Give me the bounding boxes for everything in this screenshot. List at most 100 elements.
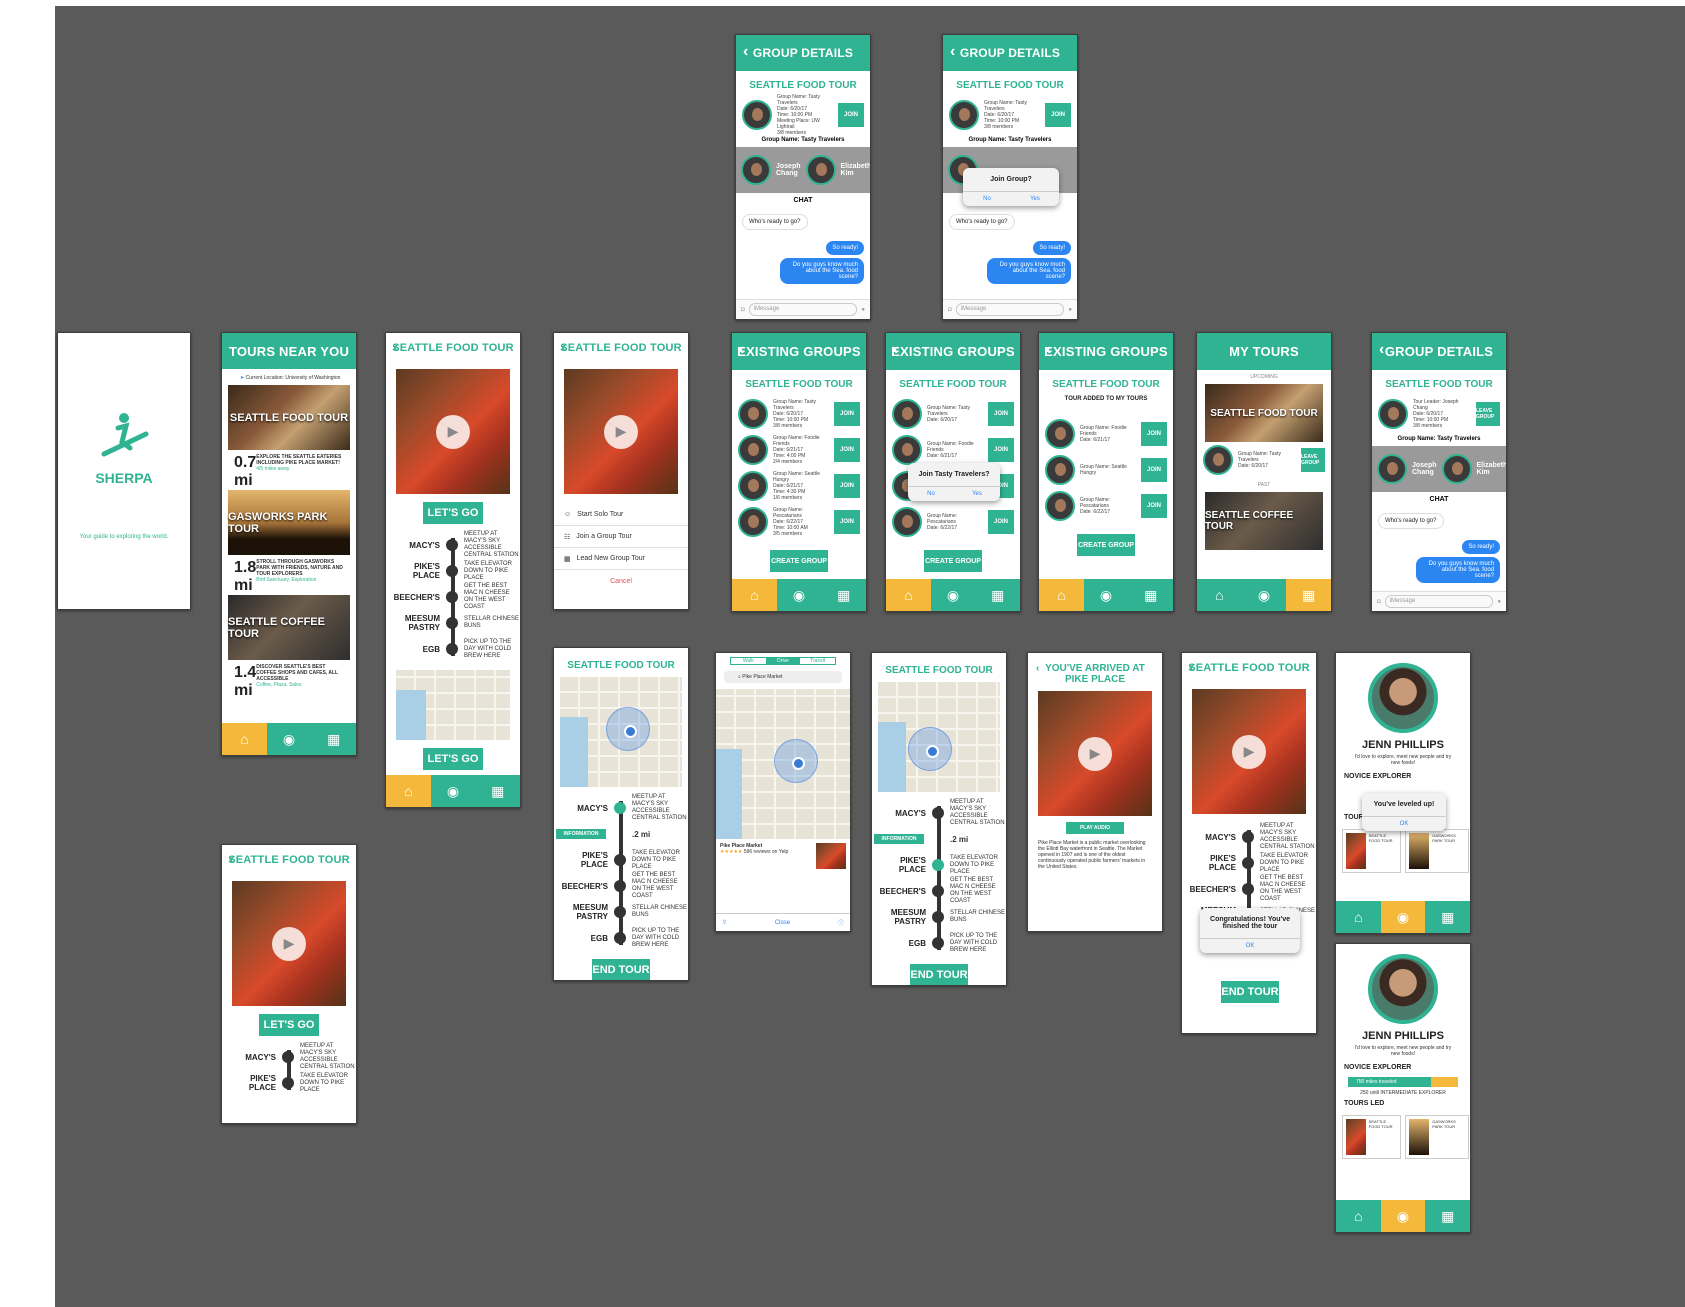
join-button[interactable]: JOIN xyxy=(834,402,860,426)
message-input[interactable]: iMessage xyxy=(1384,595,1494,608)
calendar-icon[interactable]: ▦ xyxy=(475,775,520,807)
join-button[interactable]: JOIN xyxy=(838,103,864,127)
map[interactable] xyxy=(396,670,510,740)
compass-icon[interactable]: ◉ xyxy=(1380,901,1426,933)
tour-image[interactable]: SEATTLE FOOD TOUR xyxy=(228,385,350,450)
home-icon[interactable]: ⌂ xyxy=(222,723,267,755)
home-icon[interactable]: ⌂ xyxy=(886,579,931,611)
calendar-icon[interactable]: ▦ xyxy=(1286,579,1331,611)
tour-thumb[interactable]: SEATTLE FOOD TOUR xyxy=(1342,1115,1401,1159)
alert-no-button[interactable]: No xyxy=(908,487,954,501)
info-icon[interactable]: ⓘ xyxy=(838,918,844,927)
segment-walk[interactable]: Walk xyxy=(731,658,766,664)
play-audio-button[interactable]: PLAY AUDIO xyxy=(1066,822,1124,834)
join-button[interactable]: JOIN xyxy=(834,510,860,534)
tour-image[interactable]: SEATTLE COFFEE TOUR xyxy=(228,595,350,660)
leave-group-button[interactable]: LEAVE GROUP xyxy=(1301,448,1325,472)
lets-go-button[interactable]: LET'S GO xyxy=(259,1014,319,1036)
play-icon[interactable]: ▶ xyxy=(272,926,306,961)
end-tour-button[interactable]: END TOUR xyxy=(592,959,650,980)
search-field[interactable]: ⌕ Pike Place Market xyxy=(724,671,842,683)
create-group-button[interactable]: CREATE GROUP xyxy=(924,550,982,572)
tour-row[interactable]: 1.8 mi STROLL THROUGH GASWORKS PARK WITH … xyxy=(228,555,350,595)
map[interactable] xyxy=(716,689,850,839)
calendar-icon[interactable]: ▦ xyxy=(1425,1200,1470,1232)
action-lead-group[interactable]: ▦ Lead New Group Tour xyxy=(554,548,688,570)
back-icon[interactable]: ‹ xyxy=(739,341,745,359)
camera-icon[interactable]: ◘ xyxy=(948,307,952,313)
compass-icon[interactable]: ◉ xyxy=(1380,1200,1426,1232)
compass-icon[interactable]: ◉ xyxy=(1083,579,1129,611)
back-icon[interactable]: ‹ xyxy=(743,43,749,61)
tour-thumb[interactable]: GASWORKS PARK TOUR xyxy=(1404,1115,1470,1159)
home-icon[interactable]: ⌂ xyxy=(732,579,777,611)
message-input[interactable]: iMessage xyxy=(955,303,1065,316)
information-button[interactable]: INFORMATION xyxy=(556,829,606,839)
alert-ok-button[interactable]: OK xyxy=(1362,817,1446,831)
compass-icon[interactable]: ◉ xyxy=(930,579,976,611)
join-button[interactable]: JOIN xyxy=(988,438,1014,462)
back-icon[interactable]: ‹ xyxy=(893,341,899,359)
back-icon[interactable]: ‹ xyxy=(1189,659,1195,677)
place-card[interactable]: Pike Place Market ★★★★★ 596 reviews on Ye… xyxy=(716,839,850,873)
calendar-icon[interactable]: ▦ xyxy=(311,723,356,755)
home-icon[interactable]: ⌂ xyxy=(1197,579,1242,611)
lets-go-button[interactable]: LET'S GO xyxy=(423,748,483,770)
close-button[interactable]: Close xyxy=(775,920,790,926)
send-icon[interactable]: ● xyxy=(1497,599,1501,605)
compass-icon[interactable]: ◉ xyxy=(430,775,476,807)
segment-drive[interactable]: Drive xyxy=(765,658,801,664)
past-tour-image[interactable]: SEATTLE COFFEE TOUR xyxy=(1205,492,1323,550)
alert-no-button[interactable]: No xyxy=(963,192,1011,206)
end-tour-button[interactable]: END TOUR xyxy=(1221,981,1279,1003)
compass-icon[interactable]: ◉ xyxy=(266,723,312,755)
tour-thumb[interactable]: GASWORKS PARK TOUR xyxy=(1404,829,1470,873)
upcoming-tour-image[interactable]: SEATTLE FOOD TOUR xyxy=(1205,384,1323,442)
lets-go-button[interactable]: LET'S GO xyxy=(423,502,483,524)
play-icon[interactable]: ▶ xyxy=(604,414,638,449)
calendar-icon[interactable]: ▦ xyxy=(975,579,1020,611)
play-icon[interactable]: ▶ xyxy=(1078,736,1112,771)
play-icon[interactable]: ▶ xyxy=(436,414,470,449)
back-icon[interactable]: ‹ xyxy=(393,339,399,357)
join-button[interactable]: JOIN xyxy=(988,402,1014,426)
compass-icon[interactable]: ◉ xyxy=(1241,579,1287,611)
information-button[interactable]: INFORMATION xyxy=(874,834,924,844)
directions-icon[interactable]: ⇧ xyxy=(722,919,727,926)
back-icon[interactable]: ‹ xyxy=(561,339,567,357)
transport-segmented-control[interactable]: Walk Drive Transit xyxy=(730,657,836,665)
back-icon[interactable]: ‹ xyxy=(229,851,235,869)
create-group-button[interactable]: CREATE GROUP xyxy=(1077,534,1135,556)
tour-row[interactable]: 0.7 mi EXPLORE THE SEATTLE EATERIES INCLU… xyxy=(228,450,350,490)
join-button[interactable]: JOIN xyxy=(1141,422,1167,446)
send-icon[interactable]: ● xyxy=(861,307,865,313)
play-icon[interactable]: ▶ xyxy=(1232,734,1266,769)
camera-icon[interactable]: ◘ xyxy=(741,307,745,313)
calendar-icon[interactable]: ▦ xyxy=(1128,579,1173,611)
map[interactable] xyxy=(560,677,682,787)
compass-icon[interactable]: ◉ xyxy=(776,579,822,611)
tour-image[interactable]: GASWORKS PARK TOUR xyxy=(228,490,350,555)
alert-yes-button[interactable]: Yes xyxy=(954,487,1000,501)
join-button[interactable]: JOIN xyxy=(1141,494,1167,518)
action-start-solo[interactable]: ☺ Start Solo Tour xyxy=(554,504,688,526)
end-tour-button[interactable]: END TOUR xyxy=(910,964,968,985)
home-icon[interactable]: ⌂ xyxy=(1336,901,1381,933)
segment-transit[interactable]: Transit xyxy=(800,658,835,664)
alert-ok-button[interactable]: OK xyxy=(1200,939,1300,953)
tour-row[interactable]: 1.4 mi DISCOVER SEATTLE'S BEST COFFEE SHO… xyxy=(228,660,350,700)
leave-group-button[interactable]: LEAVE GROUP xyxy=(1476,402,1500,426)
tour-thumb[interactable]: SEATTLE FOOD TOUR xyxy=(1342,829,1401,873)
home-icon[interactable]: ⌂ xyxy=(386,775,431,807)
join-button[interactable]: JOIN xyxy=(988,510,1014,534)
create-group-button[interactable]: CREATE GROUP xyxy=(770,550,828,572)
send-icon[interactable]: ● xyxy=(1068,307,1072,313)
join-button[interactable]: JOIN xyxy=(834,438,860,462)
home-icon[interactable]: ⌂ xyxy=(1336,1200,1381,1232)
back-icon[interactable]: ‹ xyxy=(950,43,956,61)
calendar-icon[interactable]: ▦ xyxy=(1425,901,1470,933)
join-button[interactable]: JOIN xyxy=(834,474,860,498)
message-input[interactable]: iMessage xyxy=(748,303,858,316)
join-button[interactable]: JOIN xyxy=(1045,103,1071,127)
home-icon[interactable]: ⌂ xyxy=(1039,579,1084,611)
